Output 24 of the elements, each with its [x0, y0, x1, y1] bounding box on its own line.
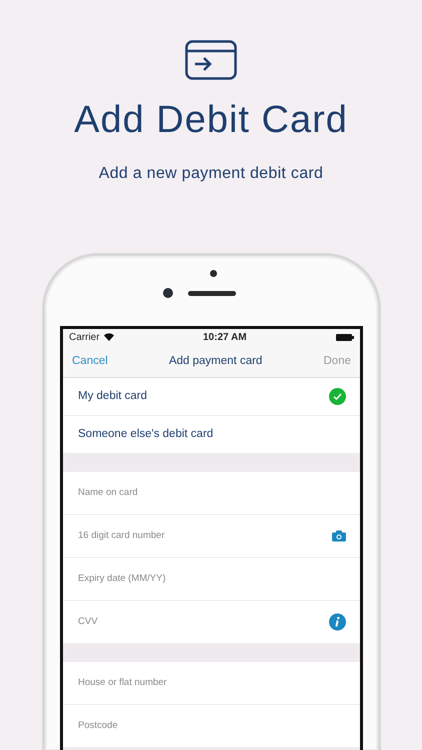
checkmark-icon — [329, 388, 346, 405]
info-button[interactable] — [329, 614, 346, 631]
input-field[interactable]: House or flat number — [63, 662, 360, 705]
input-field[interactable]: 16 digit card number — [63, 514, 360, 558]
screen-title: Add payment card — [168, 354, 262, 369]
front-camera — [163, 288, 173, 298]
input-field[interactable]: Name on card — [63, 472, 360, 515]
option-label: Someone else's debit card — [78, 426, 214, 442]
page-title: Add Debit Card — [73, 100, 349, 142]
sensor-dot — [210, 270, 217, 277]
page-subtitle: Add a new payment debit card — [98, 164, 324, 184]
input-field[interactable]: Expiry date (MM/YY) — [63, 558, 360, 601]
input-field[interactable]: Postcode — [63, 704, 360, 748]
camera-button[interactable] — [332, 530, 346, 542]
wifi-icon — [104, 333, 114, 342]
card-icon — [185, 40, 237, 80]
battery-icon — [336, 334, 354, 341]
status-time: 10:27 AM — [203, 330, 247, 345]
input-field[interactable]: CVV — [63, 600, 360, 644]
carrier-label: Carrier — [69, 330, 100, 345]
option-label: My debit card — [78, 388, 148, 404]
option-row[interactable]: Someone else's debit card — [63, 416, 360, 454]
option-row[interactable]: My debit card — [63, 378, 360, 416]
earpiece-speaker — [188, 290, 236, 296]
